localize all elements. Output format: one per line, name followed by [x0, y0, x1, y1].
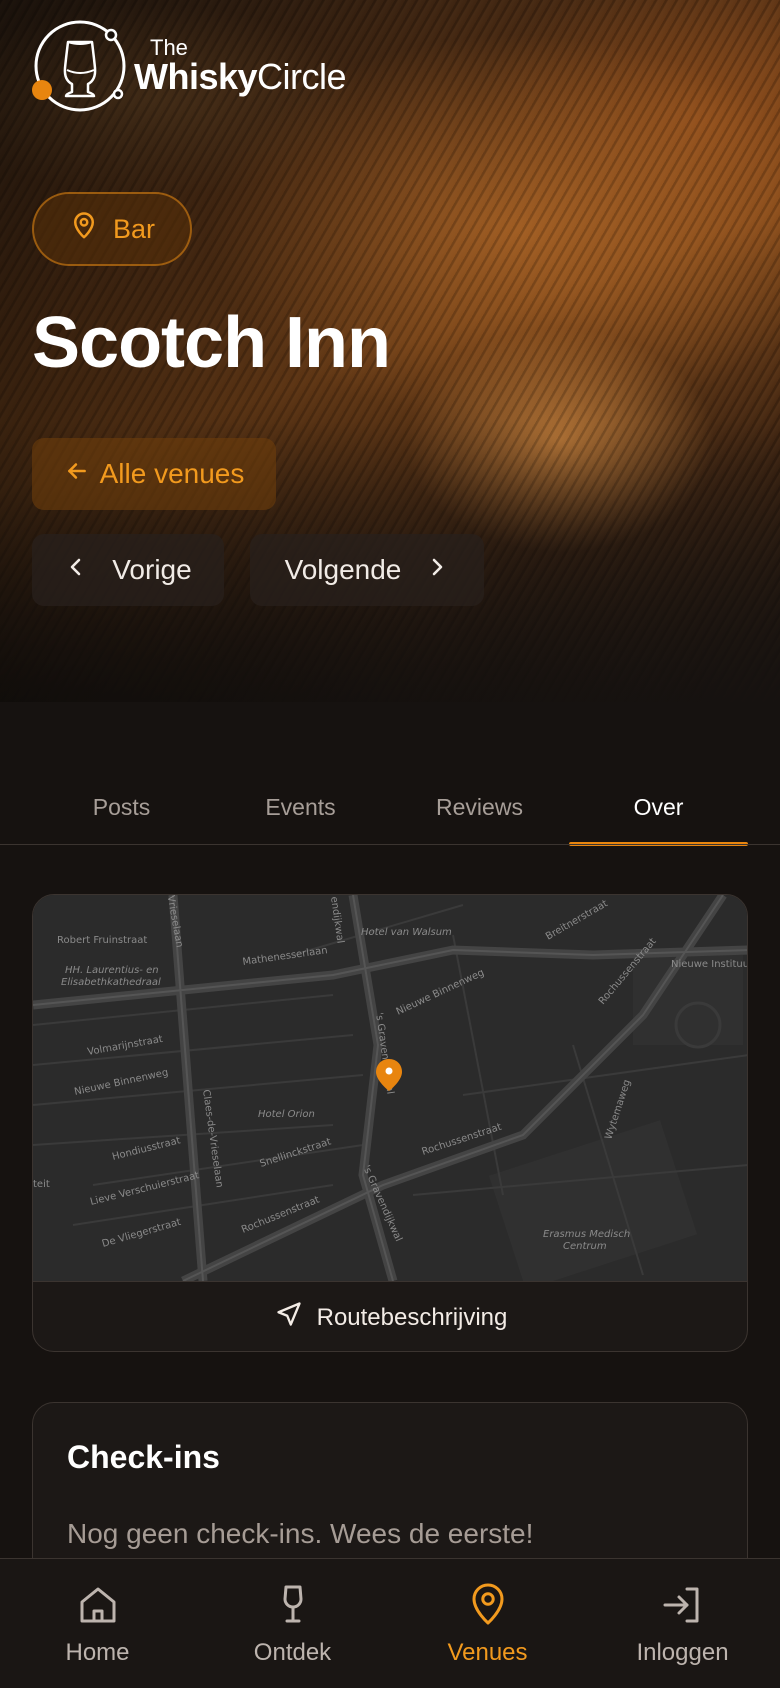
location-pin-icon	[464, 1581, 512, 1629]
brand-whisky: Whisky	[134, 56, 258, 97]
glass-icon	[269, 1581, 317, 1629]
tab-over[interactable]: Over	[569, 780, 748, 846]
map-label: Hotel van Walsum	[361, 927, 452, 938]
brand-logo[interactable]: The WhiskyCircle	[32, 18, 347, 114]
all-venues-button[interactable]: Alle venues	[32, 438, 276, 510]
map-label: Robert Fruinstraat	[57, 935, 147, 946]
bottom-navigation: Home Ontdek Venues Inloggen	[0, 1558, 780, 1688]
previous-venue-button[interactable]: Vorige	[32, 534, 224, 606]
venue-category-badge: Bar	[32, 192, 192, 266]
checkins-title: Check-ins	[67, 1439, 220, 1475]
chevron-right-icon	[425, 554, 449, 586]
map-label: Nieuwe Instituut	[671, 959, 748, 970]
nav-venues[interactable]: Venues	[390, 1559, 585, 1688]
brand-name: WhiskyCircle	[134, 56, 347, 97]
tabs-divider	[0, 844, 780, 845]
navigation-arrow-icon	[275, 1300, 303, 1335]
nav-home-label: Home	[65, 1639, 130, 1666]
map-label: Hotel Orion	[258, 1109, 315, 1120]
login-icon	[659, 1581, 707, 1629]
nav-inloggen-label: Inloggen	[636, 1639, 729, 1666]
venue-title: Scotch Inn	[32, 303, 391, 383]
location-map-card: Robert Fruinstraat Vrieselaan Mathenesse…	[32, 894, 748, 1352]
home-icon	[74, 1581, 122, 1629]
brand-wordmark: The WhiskyCircle	[134, 37, 347, 97]
location-pin-icon	[69, 211, 99, 248]
map-label: teit	[33, 1179, 50, 1190]
tab-posts[interactable]: Posts	[32, 780, 211, 844]
location-map[interactable]: Robert Fruinstraat Vrieselaan Mathenesse…	[33, 895, 748, 1290]
map-label: Elisabethkathedraal	[61, 977, 161, 988]
arrow-left-icon	[64, 458, 90, 491]
nav-home[interactable]: Home	[0, 1559, 195, 1688]
all-venues-label: Alle venues	[99, 458, 245, 489]
venue-category-label: Bar	[112, 213, 156, 244]
chevron-left-icon	[64, 554, 88, 586]
nav-ontdek[interactable]: Ontdek	[195, 1559, 390, 1688]
previous-label: Vorige	[112, 554, 192, 585]
tab-events[interactable]: Events	[211, 780, 390, 844]
nav-venues-label: Venues	[447, 1639, 528, 1666]
directions-button[interactable]: Routebeschrijving	[33, 1281, 747, 1351]
map-label: HH. Laurentius- en	[65, 965, 159, 976]
nav-ontdek-label: Ontdek	[253, 1639, 332, 1666]
directions-label: Routebeschrijving	[316, 1303, 508, 1331]
map-label: Centrum	[563, 1241, 607, 1252]
map-label: Erasmus Medisch	[543, 1229, 630, 1240]
nav-inloggen[interactable]: Inloggen	[585, 1559, 780, 1688]
next-venue-button[interactable]: Volgende	[250, 534, 484, 606]
venue-tabs: Posts Events Reviews Over	[32, 780, 748, 846]
next-label: Volgende	[284, 554, 402, 585]
whisky-glass-logo-icon	[32, 18, 128, 114]
brand-circle: Circle	[257, 56, 347, 97]
tab-reviews[interactable]: Reviews	[390, 780, 569, 844]
checkins-empty-message: Nog geen check-ins. Wees de eerste!	[67, 1518, 534, 1549]
